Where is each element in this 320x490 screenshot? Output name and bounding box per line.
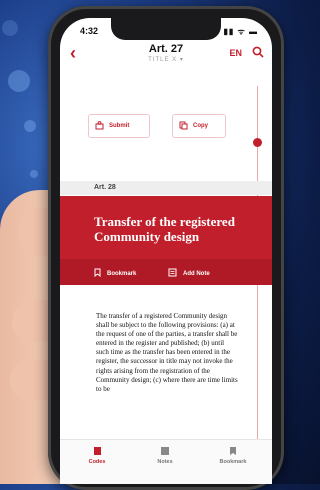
tab-notes[interactable]: Notes — [140, 446, 190, 465]
note-icon — [168, 268, 177, 279]
add-note-label: Add Note — [183, 270, 210, 277]
submit-button[interactable]: Submit — [88, 114, 150, 138]
app-screen: 4:32 ▮▮ ᯤ ▬ ‹ Art. 27 TITLE X ▾ EN Submi… — [60, 18, 272, 484]
status-bar: 4:32 ▮▮ ᯤ ▬ — [60, 18, 272, 40]
article-hero: Transfer of the registered Community des… — [60, 196, 272, 259]
search-icon[interactable] — [252, 45, 264, 63]
tab-codes[interactable]: Codes — [72, 446, 122, 465]
submit-label: Submit — [109, 123, 130, 129]
nav-bar: ‹ Art. 27 TITLE X ▾ EN — [60, 40, 272, 70]
notes-icon — [161, 447, 169, 455]
action-row: Submit Copy — [88, 114, 238, 138]
tab-codes-label: Codes — [88, 459, 106, 465]
copy-label: Copy — [193, 123, 208, 129]
bookmark-icon — [94, 268, 101, 279]
add-note-button[interactable]: Add Note — [168, 268, 210, 279]
copy-button[interactable]: Copy — [172, 114, 226, 138]
tab-bookmark-label: Bookmark — [219, 459, 247, 465]
bookmark-label: Bookmark — [107, 270, 137, 277]
scroll-handle[interactable] — [253, 138, 262, 147]
article-body: The transfer of a registered Community d… — [96, 312, 238, 393]
status-icons: ▮▮ ᯤ ▬ — [223, 27, 258, 36]
article-label-bar: Art. 28 — [60, 181, 272, 195]
tab-bookmark[interactable]: Bookmark — [208, 446, 258, 465]
submit-icon — [95, 120, 104, 132]
tab-notes-label: Notes — [157, 459, 173, 465]
tab-bar: Codes Notes Bookmark — [60, 439, 272, 484]
status-time: 4:32 — [80, 26, 99, 36]
article-title: Transfer of the registered Community des… — [94, 214, 235, 244]
bookmark-tab-icon — [230, 447, 236, 455]
bookmark-button[interactable]: Bookmark — [94, 268, 136, 279]
copy-icon — [179, 121, 188, 132]
language-selector[interactable]: EN — [229, 48, 242, 58]
article-label: Art. 28 — [94, 184, 116, 191]
codes-icon — [93, 447, 101, 455]
article-actions-bar: Bookmark Add Note — [60, 259, 272, 285]
